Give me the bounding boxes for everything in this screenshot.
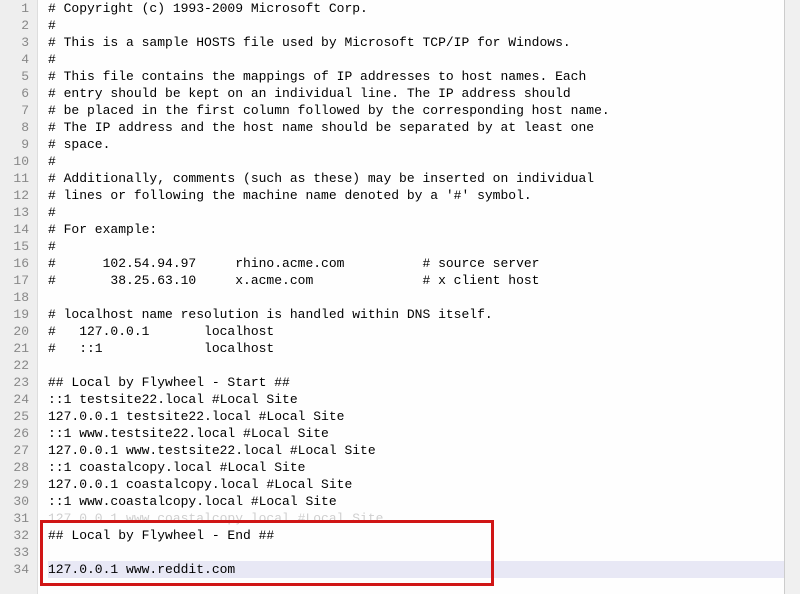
line-number: 33	[0, 544, 29, 561]
code-line[interactable]: ## Local by Flywheel - Start ##	[48, 374, 800, 391]
line-number: 5	[0, 68, 29, 85]
line-number: 10	[0, 153, 29, 170]
line-number: 16	[0, 255, 29, 272]
line-number: 11	[0, 170, 29, 187]
line-number: 4	[0, 51, 29, 68]
code-line[interactable]: # This file contains the mappings of IP …	[48, 68, 800, 85]
line-number-gutter: 1234567891011121314151617181920212223242…	[0, 0, 38, 594]
code-line[interactable]: # localhost name resolution is handled w…	[48, 306, 800, 323]
line-number: 17	[0, 272, 29, 289]
line-number: 27	[0, 442, 29, 459]
code-line[interactable]: #	[48, 204, 800, 221]
line-number: 23	[0, 374, 29, 391]
line-number: 13	[0, 204, 29, 221]
code-line[interactable]: # be placed in the first column followed…	[48, 102, 800, 119]
line-number: 18	[0, 289, 29, 306]
code-line[interactable]: # ::1 localhost	[48, 340, 800, 357]
line-number: 1	[0, 0, 29, 17]
code-line[interactable]: # 102.54.94.97 rhino.acme.com # source s…	[48, 255, 800, 272]
code-line[interactable]	[48, 544, 800, 561]
code-editor[interactable]: 1234567891011121314151617181920212223242…	[0, 0, 800, 594]
code-line[interactable]	[48, 289, 800, 306]
editor-content[interactable]: # Copyright (c) 1993-2009 Microsoft Corp…	[38, 0, 800, 594]
line-number: 9	[0, 136, 29, 153]
code-line[interactable]: 127.0.0.1 www.coastalcopy.local #Local S…	[48, 510, 800, 527]
code-line[interactable]: ## Local by Flywheel - End ##	[48, 527, 800, 544]
line-number: 30	[0, 493, 29, 510]
line-number: 12	[0, 187, 29, 204]
code-line[interactable]: # The IP address and the host name shoul…	[48, 119, 800, 136]
line-number: 3	[0, 34, 29, 51]
code-line[interactable]: # 38.25.63.10 x.acme.com # x client host	[48, 272, 800, 289]
line-number: 20	[0, 323, 29, 340]
code-line[interactable]: # Additionally, comments (such as these)…	[48, 170, 800, 187]
line-number: 28	[0, 459, 29, 476]
line-number: 19	[0, 306, 29, 323]
line-number: 29	[0, 476, 29, 493]
code-line[interactable]: ::1 coastalcopy.local #Local Site	[48, 459, 800, 476]
line-number: 25	[0, 408, 29, 425]
code-line[interactable]: # 127.0.0.1 localhost	[48, 323, 800, 340]
line-number: 34	[0, 561, 29, 578]
code-line[interactable]: # This is a sample HOSTS file used by Mi…	[48, 34, 800, 51]
line-number: 2	[0, 17, 29, 34]
line-number: 7	[0, 102, 29, 119]
code-line[interactable]: # Copyright (c) 1993-2009 Microsoft Corp…	[48, 0, 800, 17]
line-number: 31	[0, 510, 29, 527]
code-line[interactable]: #	[48, 238, 800, 255]
code-line[interactable]: 127.0.0.1 www.testsite22.local #Local Si…	[48, 442, 800, 459]
line-number: 14	[0, 221, 29, 238]
code-line[interactable]: # lines or following the machine name de…	[48, 187, 800, 204]
line-number: 6	[0, 85, 29, 102]
code-line[interactable]: 127.0.0.1 www.reddit.com	[48, 561, 800, 578]
scrollbar-track[interactable]	[784, 0, 800, 594]
line-number: 24	[0, 391, 29, 408]
code-line[interactable]: # For example:	[48, 221, 800, 238]
code-line[interactable]	[48, 357, 800, 374]
code-line[interactable]: # space.	[48, 136, 800, 153]
line-number: 15	[0, 238, 29, 255]
code-line[interactable]: #	[48, 153, 800, 170]
line-number: 32	[0, 527, 29, 544]
code-line[interactable]: ::1 www.testsite22.local #Local Site	[48, 425, 800, 442]
code-line[interactable]: ::1 www.coastalcopy.local #Local Site	[48, 493, 800, 510]
line-number: 26	[0, 425, 29, 442]
line-number: 8	[0, 119, 29, 136]
code-line[interactable]: 127.0.0.1 testsite22.local #Local Site	[48, 408, 800, 425]
code-line[interactable]: # entry should be kept on an individual …	[48, 85, 800, 102]
code-line[interactable]: 127.0.0.1 coastalcopy.local #Local Site	[48, 476, 800, 493]
line-number: 21	[0, 340, 29, 357]
code-line[interactable]: #	[48, 51, 800, 68]
line-number: 22	[0, 357, 29, 374]
code-line[interactable]: ::1 testsite22.local #Local Site	[48, 391, 800, 408]
code-line[interactable]: #	[48, 17, 800, 34]
